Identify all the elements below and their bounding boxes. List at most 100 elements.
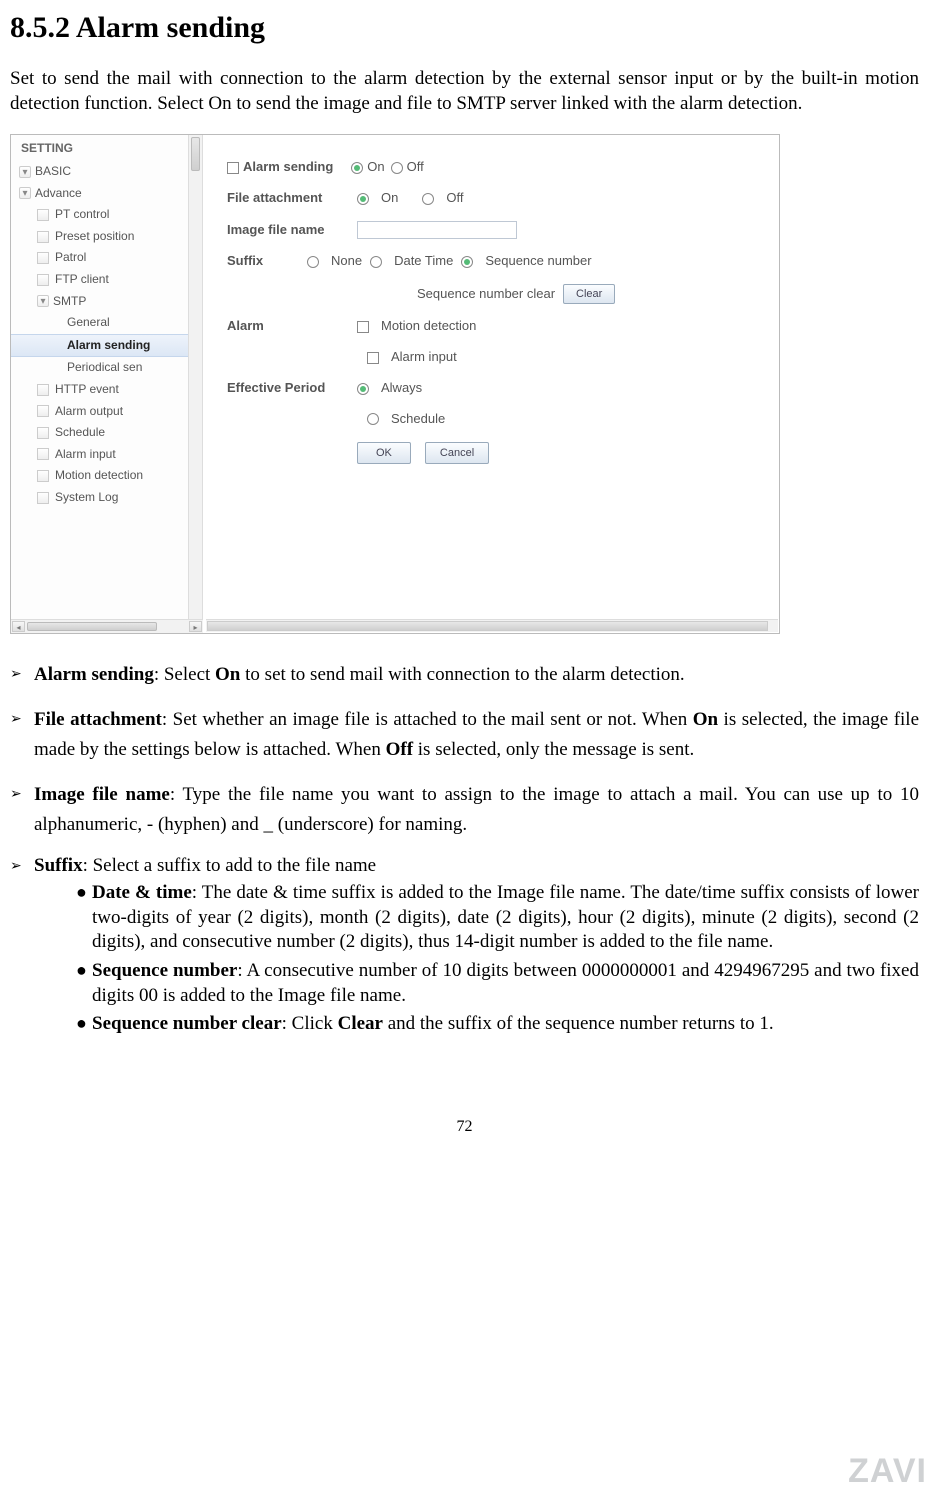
def-suffix-seqnum: ● Sequence number: A consecutive number … [80,959,919,1008]
triangle-bullet-icon: ➢ [10,664,22,686]
alarm-input-text: Alarm input [391,349,457,366]
watermark-logo: ZAVI [848,1449,927,1493]
scroll-left-icon[interactable]: ◂ [12,621,25,632]
image-file-name-input[interactable] [357,221,517,239]
effective-period-label: Effective Period [227,380,357,397]
bullet-dot-icon: ● [76,881,87,904]
effective-always-radio[interactable] [357,383,369,395]
def-file-attachment: ➢ File attachment: Set whether an image … [10,705,919,766]
sidebar-h-scroll[interactable]: ◂ ▸ [11,619,203,633]
sidebar-item-label: System Log [55,490,118,506]
file-attachment-off-text: Off [446,190,463,207]
def-suffix-seqclear: ● Sequence number clear: Click Clear and… [80,1012,919,1037]
alarm-sending-expand-checkbox[interactable] [227,162,239,174]
sidebar-item-label: Alarm sending [67,338,150,354]
sidebar-item-label: SMTP [53,294,86,310]
sidebar-item-alarm-input[interactable]: Alarm input [11,444,202,466]
page-number: 72 [10,1117,919,1138]
intro-paragraph: Set to send the mail with connection to … [10,67,919,116]
page-icon [37,448,49,460]
bullet-dot-icon: ● [76,1012,87,1035]
page-icon [37,209,49,221]
page-icon [37,252,49,264]
file-attachment-on-text: On [381,190,398,207]
sidebar-item-periodical-sen[interactable]: Periodical sen [11,357,202,379]
file-attachment-on-radio[interactable] [357,193,369,205]
sidebar-item-basic[interactable]: ▾ BASIC [11,161,202,183]
sidebar-item-smtp[interactable]: ▾ SMTP [11,291,202,313]
suffix-none-text: None [331,253,362,270]
sidebar: SETTING ▾ BASIC ▾ Advance PT control Preset p… [11,135,203,619]
bullet-dot-icon: ● [76,959,87,982]
sidebar-item-schedule[interactable]: Schedule [11,422,202,444]
cancel-button[interactable]: Cancel [425,442,489,464]
sidebar-scrollbar[interactable] [188,135,202,619]
sidebar-item-label: Patrol [55,250,86,266]
page-icon [37,492,49,504]
ok-button[interactable]: OK [357,442,411,464]
image-file-name-label: Image file name [227,222,357,239]
expand-icon[interactable]: ▾ [19,187,31,199]
sidebar-item-http-event[interactable]: HTTP event [11,379,202,401]
motion-detection-text: Motion detection [381,318,476,335]
sidebar-item-general[interactable]: General [11,312,202,334]
suffix-seq-radio[interactable] [461,256,473,268]
suffix-seq-text: Sequence number [485,253,591,270]
section-heading: 8.5.2 Alarm sending [10,8,919,47]
motion-detection-checkbox[interactable] [357,321,369,333]
content-pane: Alarm sending On Off File attachment On … [203,135,779,619]
def-alarm-sending: ➢ Alarm sending: Select On to set to sen… [10,660,919,690]
sidebar-item-alarm-output[interactable]: Alarm output [11,401,202,423]
sidebar-title: SETTING [11,135,202,161]
sidebar-item-patrol[interactable]: Patrol [11,247,202,269]
page-icon [37,384,49,396]
suffix-label: Suffix [227,253,287,270]
page-icon [37,231,49,243]
clear-button[interactable]: Clear [563,284,615,304]
seq-clear-label: Sequence number clear [417,286,555,303]
alarm-sending-label: Alarm sending [243,159,333,176]
sidebar-item-motion-detection[interactable]: Motion detection [11,465,202,487]
sidebar-item-preset-position[interactable]: Preset position [11,226,202,248]
sidebar-item-label: Alarm input [55,447,116,463]
suffix-none-radio[interactable] [307,256,319,268]
sidebar-item-label: General [67,315,110,331]
alarm-input-checkbox[interactable] [367,352,379,364]
effective-schedule-text: Schedule [391,411,445,428]
def-image-file-name: ➢ Image file name: Type the file name yo… [10,780,919,841]
sidebar-item-ftp-client[interactable]: FTP client [11,269,202,291]
sidebar-item-label: Preset position [55,229,134,245]
file-attachment-off-radio[interactable] [422,193,434,205]
sidebar-item-label: Alarm output [55,404,123,420]
sidebar-item-label: BASIC [35,164,71,180]
sidebar-item-label: Motion detection [55,468,143,484]
triangle-bullet-icon: ➢ [10,709,22,731]
sidebar-item-pt-control[interactable]: PT control [11,204,202,226]
sidebar-item-label: FTP client [55,272,109,288]
suffix-datetime-text: Date Time [394,253,453,270]
expand-icon[interactable]: ▾ [19,166,31,178]
alarm-sending-on-radio[interactable] [351,162,363,174]
scroll-right-icon[interactable]: ▸ [189,621,202,632]
expand-icon[interactable]: ▾ [37,295,49,307]
content-h-scroll[interactable] [206,619,778,632]
triangle-bullet-icon: ➢ [10,858,22,876]
alarm-sending-off-radio[interactable] [391,162,403,174]
sidebar-item-system-log[interactable]: System Log [11,487,202,509]
triangle-bullet-icon: ➢ [10,784,22,806]
page-icon [37,427,49,439]
sidebar-item-label: HTTP event [55,382,119,398]
suffix-datetime-radio[interactable] [370,256,382,268]
sidebar-item-label: Advance [35,186,82,202]
page-icon [37,405,49,417]
sidebar-item-advance[interactable]: ▾ Advance [11,183,202,205]
page-icon [37,470,49,482]
on-label: On [367,159,384,176]
effective-schedule-radio[interactable] [367,413,379,425]
definitions: ➢ Alarm sending: Select On to set to sen… [10,660,919,1037]
effective-always-text: Always [381,380,422,397]
def-suffix: ➢ Suffix: Select a suffix to add to the … [10,854,919,1037]
sidebar-item-alarm-sending[interactable]: Alarm sending [11,334,202,358]
page-icon [37,274,49,286]
sidebar-item-label: Periodical sen [67,360,142,376]
